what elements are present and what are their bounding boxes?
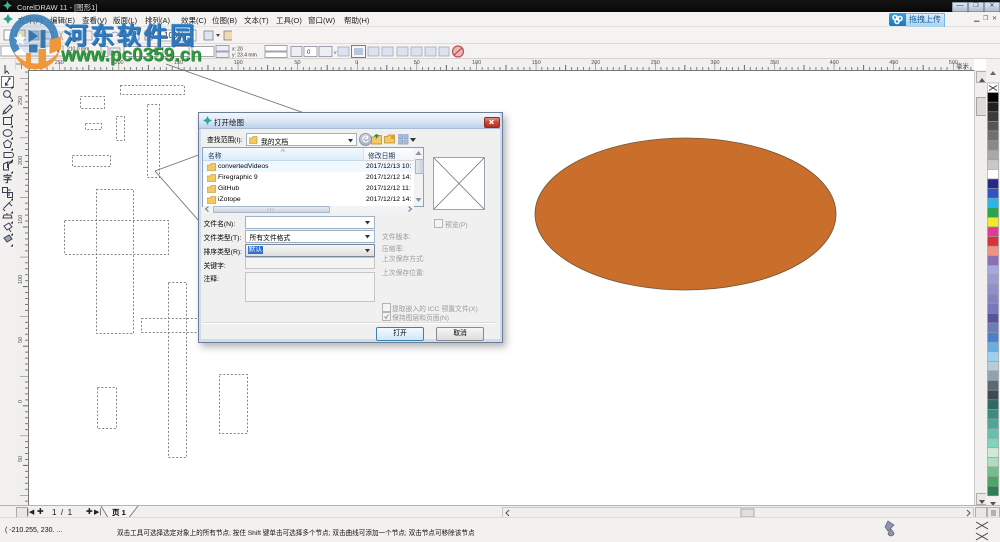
svg-text:50: 50 (18, 456, 24, 462)
svg-text:50: 50 (18, 337, 24, 343)
svg-text:200: 200 (18, 156, 24, 165)
svg-text:150: 150 (18, 215, 24, 224)
svg-text:297.0 mm: 297.0 mm (67, 53, 89, 59)
svg-text:100: 100 (18, 275, 24, 284)
svg-text:0: 0 (18, 400, 24, 403)
svg-text:y: 23.4 mm: y: 23.4 mm (232, 53, 257, 59)
svg-text:250: 250 (18, 96, 24, 105)
svg-text:v: v (334, 50, 337, 56)
svg-text:字: 字 (3, 173, 12, 184)
svg-text:100%: 100% (164, 31, 184, 40)
